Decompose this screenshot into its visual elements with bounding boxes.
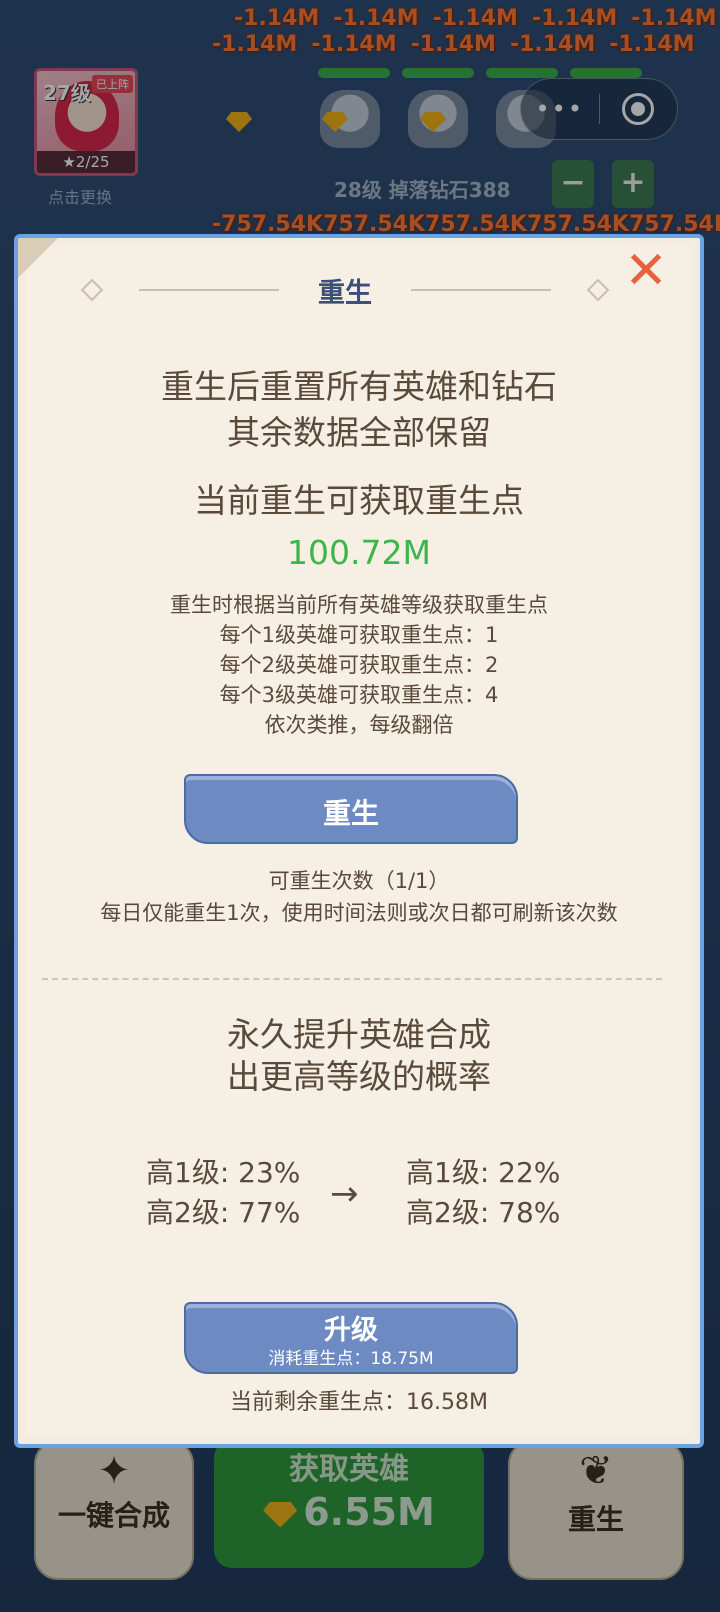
intro-line-1: 重生后重置所有英雄和钻石 xyxy=(161,367,557,406)
current-points-label: 当前重生可获取重生点 xyxy=(194,481,524,520)
upgrade-button-label: 升级 xyxy=(324,1315,378,1346)
title-divider xyxy=(411,289,551,291)
rebirth-count: 可重生次数（1/1） xyxy=(268,869,450,893)
upgrade-cost: 消耗重生点：18.75M xyxy=(268,1349,434,1369)
rebirth-button[interactable]: 重生 xyxy=(184,774,518,844)
rule-line-4: 每个3级英雄可获取重生点：4 xyxy=(219,683,499,707)
rebirth-note: 每日仅能重生1次，使用时间法则或次日都可刷新该次数 xyxy=(100,901,618,925)
arrow-right-icon: → xyxy=(330,1174,359,1214)
rule-line-2: 每个1级英雄可获取重生点：1 xyxy=(219,623,499,647)
after-high2-probability: 高2级: 78% xyxy=(406,1196,561,1229)
rule-line-5: 依次类推，每级翻倍 xyxy=(264,713,454,737)
title-divider xyxy=(139,289,279,291)
close-button[interactable]: ✕ xyxy=(622,245,670,297)
upgrade-button[interactable]: 升级 消耗重生点：18.75M xyxy=(184,1302,518,1374)
dialog-title-row: 重生 xyxy=(80,272,610,309)
page-fold-decoration xyxy=(18,238,58,278)
before-high2-probability: 高2级: 77% xyxy=(146,1196,301,1229)
rule-line-1: 重生时根据当前所有英雄等级获取重生点 xyxy=(170,593,548,617)
rebirth-button-label: 重生 xyxy=(322,797,379,830)
diamond-ornament-icon xyxy=(80,278,104,302)
after-high1-probability: 高1级: 22% xyxy=(406,1156,561,1189)
rule-line-3: 每个2级英雄可获取重生点：2 xyxy=(219,653,499,677)
diamond-ornament-icon xyxy=(586,278,610,302)
upgrade-title-1: 永久提升英雄合成 xyxy=(227,1015,491,1054)
current-points-value: 100.72M xyxy=(287,533,431,572)
dialog-title: 重生 xyxy=(318,277,372,309)
remaining-points: 当前剩余重生点：16.58M xyxy=(230,1390,488,1415)
section-divider xyxy=(42,978,662,980)
intro-line-2: 其余数据全部保留 xyxy=(227,413,491,452)
upgrade-title-2: 出更高等级的概率 xyxy=(227,1057,491,1096)
before-high1-probability: 高1级: 23% xyxy=(146,1156,301,1189)
